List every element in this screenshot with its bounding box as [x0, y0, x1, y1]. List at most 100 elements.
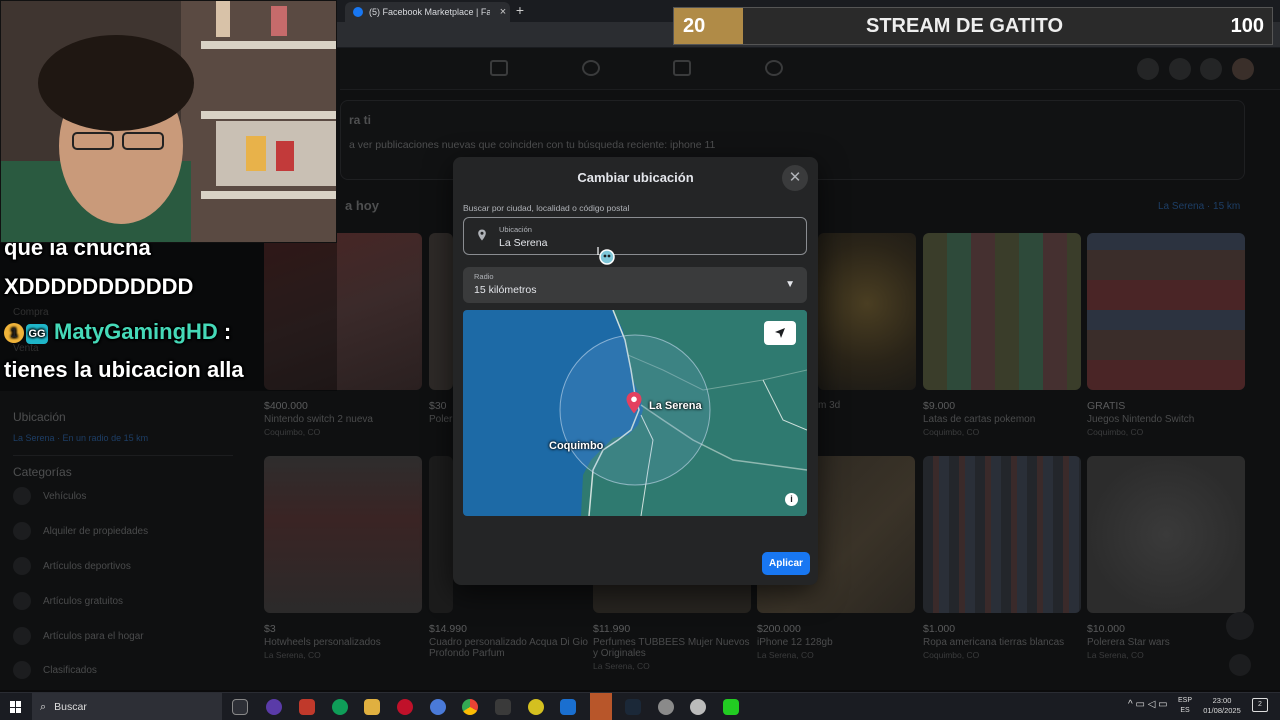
sidebar-item-label: Clasificados [43, 664, 97, 676]
listing-card[interactable]: $3 Hotwheels personalizados La Serena, C… [264, 456, 422, 660]
sofa-icon [13, 627, 31, 645]
sidebar-item-label: Artículos para el hogar [43, 630, 144, 642]
app-icon[interactable] [266, 699, 282, 715]
app-icon[interactable] [528, 699, 544, 715]
close-tab-icon[interactable]: × [496, 6, 510, 18]
groups-icon[interactable] [765, 60, 783, 76]
location-map[interactable]: La Serena Coquimbo i [463, 310, 807, 516]
listing-card[interactable]: $9.000 Latas de cartas pokemon Coquimbo,… [923, 233, 1081, 437]
notification-center-icon[interactable]: 2 [1252, 698, 1268, 712]
webcam-feed [1, 1, 336, 242]
browser-tab-marketplace[interactable]: (5) Facebook Marketplace | Faceb × [345, 2, 510, 22]
listing-price: $200.000 [757, 623, 801, 635]
chat-overlay: que la chucha XDDDDDDDDDDD 1 GG MatyGaming… [0, 243, 337, 391]
chat-username: MatyGamingHD [54, 319, 218, 344]
sidebar-location-value[interactable]: La Serena · En un radio de 15 km [13, 433, 148, 443]
listing-card[interactable]: $10.000 Polerera Star wars La Serena, CO [1087, 456, 1245, 660]
car-icon [13, 487, 31, 505]
opera-icon[interactable] [397, 699, 413, 715]
windows-taskbar: ⌕ Buscar ^ ▭ ◁ ▭ ESP ES 23:00 01/08/2025 2 [0, 692, 1280, 720]
location-input[interactable]: Ubicación La Serena [463, 217, 807, 255]
chat-author-line: 1 GG MatyGamingHD : [4, 319, 231, 345]
app-icon[interactable] [430, 699, 446, 715]
listing-card[interactable]: GRATIS Juegos Nintendo Switch Coquimbo, … [1087, 233, 1245, 437]
radius-select[interactable]: Radio 15 kilómetros ▼ [463, 267, 807, 303]
windows-start-icon[interactable] [10, 701, 22, 713]
sidebar-item-vehicles[interactable]: Vehículos [13, 487, 86, 505]
language-indicator[interactable]: ESP ES [1178, 696, 1192, 716]
app-icon[interactable] [658, 699, 674, 715]
gg-badge-icon: GG [26, 324, 48, 344]
house-icon [13, 522, 31, 540]
listing-location: La Serena, CO [264, 650, 321, 660]
system-tray-icons[interactable]: ^ ▭ ◁ ▭ [1128, 699, 1168, 710]
listing-title: Juegos Nintendo Switch [1087, 414, 1195, 425]
listing-image [818, 233, 916, 390]
notice-text: a ver publicaciones nuevas que coinciden… [349, 139, 716, 151]
notice-heading: ra ti [349, 113, 372, 127]
chrome-icon[interactable] [462, 699, 478, 715]
webcam-overlay [0, 0, 337, 243]
listing-location: Coquimbo, CO [264, 427, 321, 437]
app-icon[interactable] [560, 699, 576, 715]
friends-icon[interactable] [582, 60, 600, 76]
app-icon[interactable] [495, 699, 511, 715]
tag-icon [13, 592, 31, 610]
listing-card[interactable]: m 3d [818, 233, 916, 411]
listing-image [429, 456, 453, 613]
listing-price: $1.000 [923, 623, 956, 635]
listing-title: Cuadro personalizado Acqua Di Gio Profon… [429, 637, 588, 659]
goal-max: 100 [1230, 15, 1264, 37]
floating-avatar[interactable] [1226, 612, 1254, 640]
app-icon[interactable] [723, 699, 739, 715]
sidebar-item-home[interactable]: Artículos para el hogar [13, 627, 144, 645]
steam-icon[interactable] [625, 699, 641, 715]
location-field-value: La Serena [499, 237, 548, 249]
task-view-icon[interactable] [232, 699, 248, 715]
messenger-icon[interactable] [1169, 58, 1191, 80]
edge-icon[interactable] [332, 699, 348, 715]
listing-card[interactable]: $1.000 Ropa americana tierras blancas Co… [923, 456, 1081, 660]
app-icon[interactable] [690, 699, 706, 715]
listing-location: Coquimbo, CO [923, 650, 980, 660]
chat-message-line: tienes la ubicacion alla [4, 357, 244, 382]
sidebar-item-classifieds[interactable]: Clasificados [13, 661, 97, 679]
classifieds-icon [13, 661, 31, 679]
sidebar-item-label: Vehículos [43, 490, 87, 502]
listing-location: La Serena, CO [1087, 650, 1144, 660]
app-icon[interactable] [299, 699, 315, 715]
sidebar-item-property-rentals[interactable]: Alquiler de propiedades [13, 522, 148, 540]
listing-image [923, 456, 1081, 613]
close-icon[interactable]: ✕ [782, 165, 808, 191]
watch-icon[interactable] [673, 60, 691, 76]
active-app-icon[interactable] [590, 693, 612, 720]
notifications-icon[interactable] [1200, 58, 1222, 80]
taskbar-clock[interactable]: 23:00 01/08/2025 [1199, 696, 1245, 716]
home-icon[interactable] [490, 60, 508, 76]
change-location-dialog: Cambiar ubicación ✕ Buscar por ciudad, l… [453, 157, 818, 585]
folder-icon[interactable] [364, 699, 380, 715]
listing-card[interactable]: $30 Poler [429, 233, 453, 425]
map-info-icon[interactable]: i [785, 493, 798, 506]
locate-me-button[interactable] [764, 321, 796, 345]
navigation-arrow-icon [775, 328, 785, 338]
compose-icon[interactable] [1229, 654, 1251, 676]
profile-avatar[interactable] [1232, 58, 1254, 80]
facebook-favicon-icon [353, 7, 363, 17]
today-heading: a hoy [345, 198, 379, 213]
new-tab-button[interactable]: + [512, 2, 528, 20]
taskbar-search[interactable]: ⌕ Buscar [32, 693, 222, 720]
sidebar-item-free[interactable]: Artículos gratuitos [13, 592, 123, 610]
listing-price: $10.000 [1087, 623, 1125, 635]
listing-title: Perfumes TUBBEES Mujer Nuevos y Original… [593, 637, 750, 659]
sidebar-item-label: Artículos deportivos [43, 560, 131, 572]
goal-current: 20 [683, 15, 706, 37]
location-filter-link[interactable]: La Serena · 15 km [1158, 201, 1240, 212]
menu-grid-icon[interactable] [1137, 58, 1159, 80]
apply-button[interactable]: Aplicar [762, 552, 810, 575]
listing-image [923, 233, 1081, 390]
listing-price: $400.000 [264, 400, 308, 412]
listing-price: GRATIS [1087, 400, 1126, 412]
listing-price: $30 [429, 400, 447, 412]
sidebar-item-sports[interactable]: Artículos deportivos [13, 557, 131, 575]
